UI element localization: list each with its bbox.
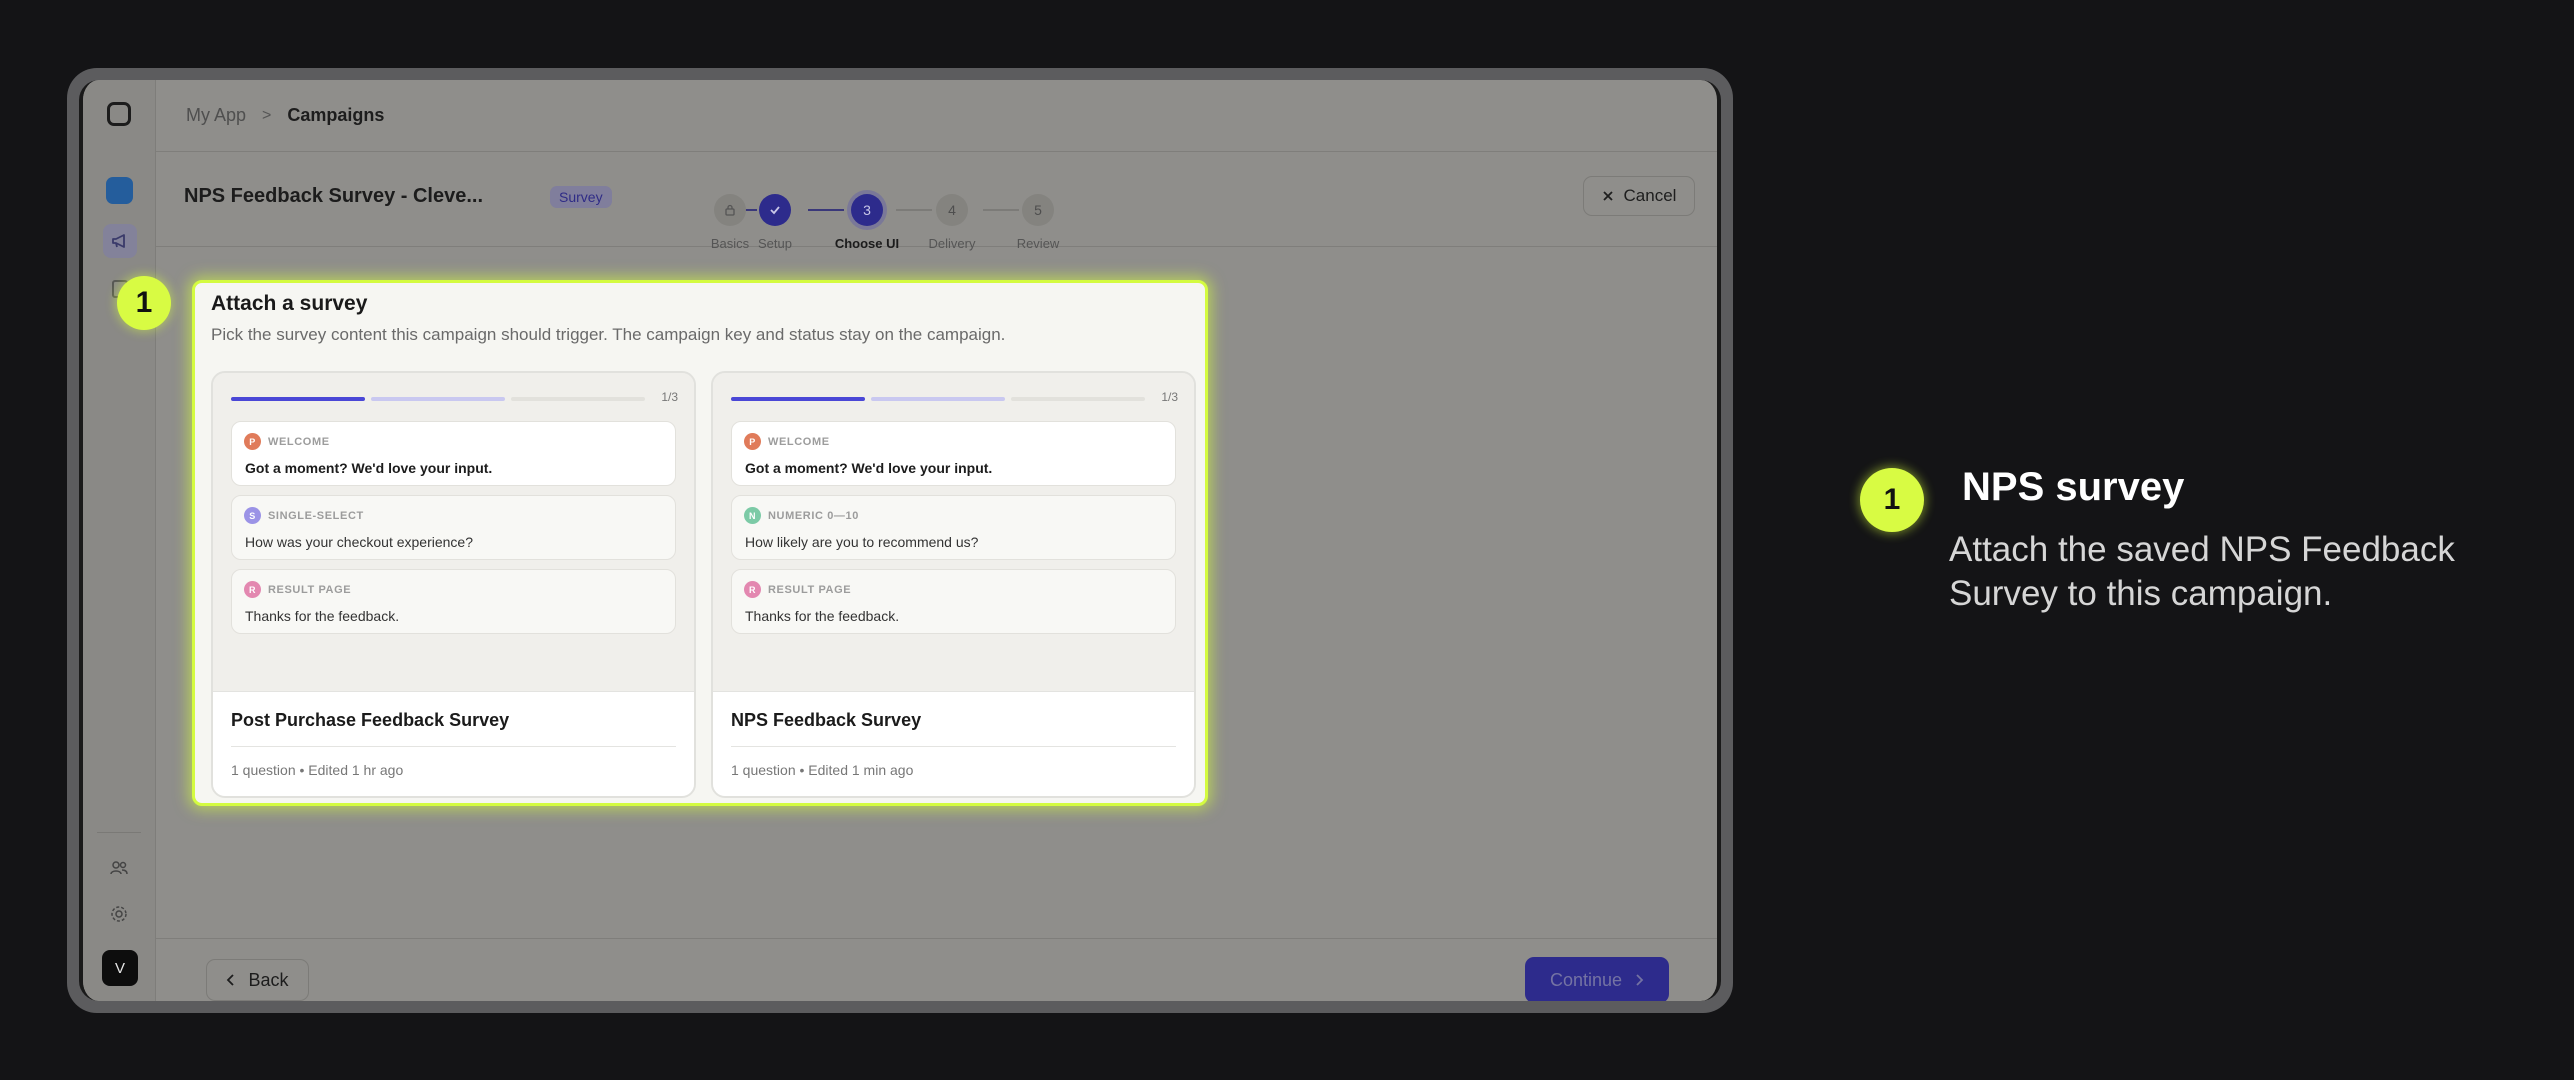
question-type-label: NUMERIC 0—10 bbox=[768, 509, 859, 522]
breadcrumb-current: Campaigns bbox=[287, 105, 385, 125]
sidebar-divider bbox=[97, 832, 141, 833]
question-text: Thanks for the feedback. bbox=[245, 608, 400, 624]
question-type-label: RESULT PAGE bbox=[768, 583, 852, 596]
question-type: S SINGLE-SELECT bbox=[244, 507, 364, 524]
question-text: Got a moment? We'd love your input. bbox=[245, 460, 493, 476]
question-text: How was your checkout experience? bbox=[245, 534, 474, 550]
wizard-footer: Back Continue bbox=[156, 938, 1717, 1001]
survey-name: NPS Feedback Survey bbox=[731, 710, 922, 730]
survey-meta: 1 question • Edited 1 min ago bbox=[731, 762, 914, 778]
survey-preview: 1/3 P WELCOME Got a moment? We'd love yo… bbox=[213, 373, 694, 691]
question-text: How likely are you to recommend us? bbox=[745, 534, 979, 550]
question-preview: N NUMERIC 0—10 How likely are you to rec… bbox=[731, 495, 1176, 560]
annotation-title: NPS survey bbox=[1962, 465, 2185, 509]
step-5-circle[interactable]: 5 bbox=[1022, 194, 1054, 226]
question-preview: P WELCOME Got a moment? We'd love your i… bbox=[731, 421, 1176, 486]
continue-label: Continue bbox=[1549, 969, 1623, 990]
question-type-label: RESULT PAGE bbox=[268, 583, 352, 596]
users-icon[interactable] bbox=[109, 858, 129, 883]
device-frame: V My App > Campaigns NPS Feedback Survey… bbox=[67, 68, 1733, 1013]
question-type: P WELCOME bbox=[244, 433, 330, 450]
survey-progress-bar bbox=[731, 397, 1146, 401]
close-icon bbox=[1602, 191, 1613, 201]
campaign-header: NPS Feedback Survey - Cleve... Survey Ba… bbox=[156, 152, 1717, 251]
question-type-label: WELCOME bbox=[768, 435, 830, 448]
breadcrumb-separator-icon: > bbox=[262, 106, 272, 124]
survey-card-post-purchase[interactable]: 1/3 P WELCOME Got a moment? We'd love yo… bbox=[211, 371, 696, 798]
step-2-circle[interactable] bbox=[759, 194, 791, 226]
app-logo-icon[interactable] bbox=[107, 102, 131, 126]
cancel-label: Cancel bbox=[1623, 186, 1677, 205]
card-footer: Post Purchase Feedback Survey 1 question… bbox=[213, 691, 694, 796]
panel-title: Attach a survey bbox=[211, 292, 368, 315]
question-type-icon: R bbox=[744, 581, 761, 598]
question-type: R RESULT PAGE bbox=[244, 581, 351, 598]
app-switcher-icon[interactable] bbox=[106, 177, 133, 204]
step-connector bbox=[896, 209, 932, 211]
step-marker: 1 bbox=[117, 276, 171, 330]
campaign-title: NPS Feedback Survey - Cleve... bbox=[184, 185, 484, 207]
question-type-icon: N bbox=[744, 507, 761, 524]
progress-segment-active bbox=[231, 397, 365, 401]
question-text: Got a moment? We'd love your input. bbox=[745, 460, 993, 476]
question-preview: P WELCOME Got a moment? We'd love your i… bbox=[231, 421, 676, 486]
chevron-right-icon bbox=[1636, 974, 1644, 986]
question-type: N NUMERIC 0—10 bbox=[744, 507, 859, 524]
app-screen: V My App > Campaigns NPS Feedback Survey… bbox=[79, 80, 1721, 1001]
card-divider bbox=[231, 746, 676, 747]
question-preview: R RESULT PAGE Thanks for the feedback. bbox=[731, 569, 1176, 634]
question-text: Thanks for the feedback. bbox=[745, 608, 900, 624]
attach-survey-panel: Attach a survey Pick the survey content … bbox=[192, 280, 1208, 806]
continue-button[interactable]: Continue bbox=[1525, 957, 1669, 1001]
step-4-circle[interactable]: 4 bbox=[936, 194, 968, 226]
progress-segment-active bbox=[731, 397, 865, 401]
survey-preview: 1/3 P WELCOME Got a moment? We'd love yo… bbox=[713, 373, 1194, 691]
chevron-left-icon bbox=[227, 974, 235, 986]
step-5-label: Review bbox=[1016, 236, 1060, 251]
step-3-circle[interactable]: 3 bbox=[851, 194, 883, 226]
question-type-icon: R bbox=[244, 581, 261, 598]
step-1-circle[interactable] bbox=[714, 194, 746, 226]
question-type-label: WELCOME bbox=[268, 435, 330, 448]
sidebar: V bbox=[83, 80, 156, 1001]
step-connector bbox=[808, 209, 844, 211]
question-preview: R RESULT PAGE Thanks for the feedback. bbox=[231, 569, 676, 634]
settings-gear-icon[interactable] bbox=[109, 904, 129, 929]
annotation-marker: 1 bbox=[1860, 468, 1924, 532]
progress-count: 1/3 bbox=[661, 390, 678, 404]
panel-subtitle: Pick the survey content this campaign sh… bbox=[211, 325, 1006, 344]
cancel-button[interactable]: Cancel bbox=[1583, 176, 1695, 216]
question-type-label: SINGLE-SELECT bbox=[268, 509, 364, 522]
question-type-icon: P bbox=[744, 433, 761, 450]
survey-progress-bar bbox=[231, 397, 646, 401]
breadcrumb-app-link[interactable]: My App bbox=[186, 105, 246, 126]
progress-segment bbox=[511, 397, 645, 401]
question-type: P WELCOME bbox=[744, 433, 830, 450]
user-avatar[interactable]: V bbox=[102, 950, 138, 986]
step-connector bbox=[983, 209, 1019, 211]
survey-card-nps-feedback[interactable]: 1/3 P WELCOME Got a moment? We'd love yo… bbox=[711, 371, 1196, 798]
progress-count: 1/3 bbox=[1161, 390, 1178, 404]
breadcrumb: My App > Campaigns bbox=[156, 80, 1717, 152]
card-footer: NPS Feedback Survey 1 question • Edited … bbox=[713, 691, 1194, 796]
progress-segment bbox=[371, 397, 505, 401]
campaign-type-badge: Survey bbox=[550, 186, 612, 208]
survey-name: Post Purchase Feedback Survey bbox=[231, 710, 510, 730]
back-label: Back bbox=[248, 969, 289, 990]
annotation-description: Attach the saved NPS Feedback Survey to … bbox=[1949, 530, 2455, 613]
survey-meta: 1 question • Edited 1 hr ago bbox=[231, 762, 404, 778]
back-button[interactable]: Back bbox=[206, 959, 309, 1001]
progress-segment bbox=[871, 397, 1005, 401]
card-divider bbox=[731, 746, 1176, 747]
campaigns-nav-icon[interactable] bbox=[103, 224, 137, 258]
question-preview: S SINGLE-SELECT How was your checkout ex… bbox=[231, 495, 676, 560]
question-type-icon: P bbox=[244, 433, 261, 450]
progress-segment bbox=[1011, 397, 1145, 401]
question-type: R RESULT PAGE bbox=[744, 581, 851, 598]
question-type-icon: S bbox=[244, 507, 261, 524]
